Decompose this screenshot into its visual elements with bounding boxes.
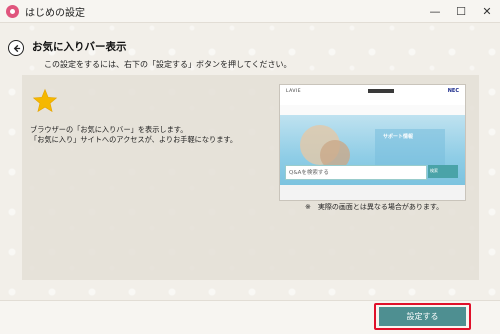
description: ブラウザーの「お気に入りバー」を表示します。 「お気に入り」サイトへのアクセスが…: [30, 125, 237, 145]
maximize-icon[interactable]: ☐: [448, 0, 474, 22]
minimize-icon[interactable]: —: [422, 0, 448, 22]
preview-search-placeholder: Q&Aを検索する: [289, 170, 329, 176]
preview-caption: ※ 実際の画面とは異なる場合があります。: [305, 203, 444, 211]
preview-search-button-label: 検索: [430, 168, 438, 173]
browser-preview-image: LAVIE NEC サポート情報 Q&Aを検索する 検索: [279, 84, 466, 201]
page-subtitle: この設定をするには、右下の「設定する」ボタンを押してください。: [44, 60, 292, 69]
back-arrow-icon[interactable]: [8, 40, 24, 56]
description-line-2: 「お気に入り」サイトへのアクセスが、よりお手軽になります。: [30, 135, 238, 144]
window-controls: — ☐ ✕: [422, 0, 500, 22]
app-icon: [6, 4, 19, 18]
description-line-1: ブラウザーの「お気に入りバー」を表示します。: [30, 125, 188, 134]
star-icon: [32, 88, 58, 114]
preview-footer: [280, 185, 465, 200]
preview-hero-title: サポート情報: [383, 134, 414, 140]
preview-logo: LAVIE: [286, 89, 302, 94]
preview-header: LAVIE NEC: [280, 85, 465, 106]
preview-brand: NEC: [447, 88, 459, 94]
close-icon[interactable]: ✕: [474, 0, 500, 22]
window-title: はじめの設定: [25, 7, 85, 19]
preview-menu-bar: [368, 89, 394, 93]
setup-button[interactable]: 設定する: [379, 307, 466, 326]
page-title: お気に入りバー表示: [32, 41, 127, 53]
title-bar: はじめの設定 — ☐ ✕: [0, 0, 500, 23]
